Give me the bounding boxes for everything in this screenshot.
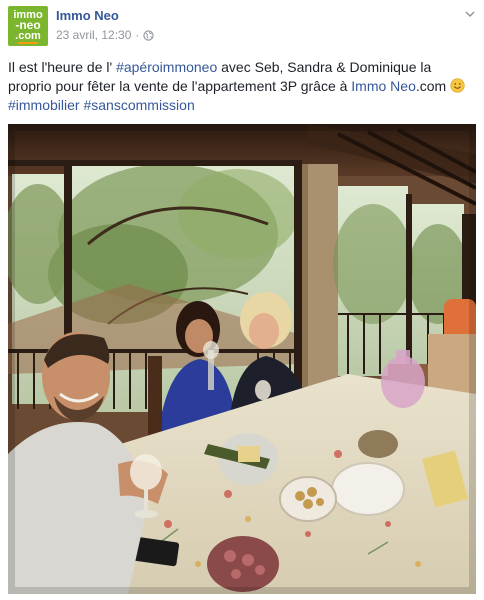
globe-icon[interactable] (143, 29, 155, 41)
group-selfie-photo (8, 124, 476, 594)
hashtag-immobilier[interactable]: #immobilier (8, 97, 80, 113)
meta-separator: · (135, 28, 140, 42)
post-photo[interactable] (8, 124, 476, 594)
facebook-post: immo -neo .com Immo Neo 23 avril, 12:30 … (0, 0, 484, 600)
mention-immo-neo[interactable]: Immo Neo (351, 78, 416, 94)
logo-accent-bar (18, 42, 38, 44)
logo-line-3: .com (15, 30, 41, 42)
hashtag-aperoimmoneo[interactable]: #apéroimmoneo (116, 59, 217, 75)
page-name-link[interactable]: Immo Neo (56, 8, 119, 23)
post-message: Il est l'heure de l' #apéroimmoneo avec … (8, 58, 476, 115)
chevron-down-icon[interactable] (464, 8, 476, 20)
message-text-3: .com (415, 78, 451, 94)
post-timestamp[interactable]: 23 avril, 12:30 (56, 28, 131, 42)
page-avatar[interactable]: immo -neo .com (8, 6, 48, 46)
smile-emoji-icon (450, 78, 465, 93)
post-meta: 23 avril, 12:30 · (56, 28, 155, 42)
hashtag-sanscommission[interactable]: #sanscommission (83, 97, 194, 113)
post-header: immo -neo .com Immo Neo 23 avril, 12:30 … (8, 6, 476, 48)
message-text-1: Il est l'heure de l' (8, 59, 117, 75)
